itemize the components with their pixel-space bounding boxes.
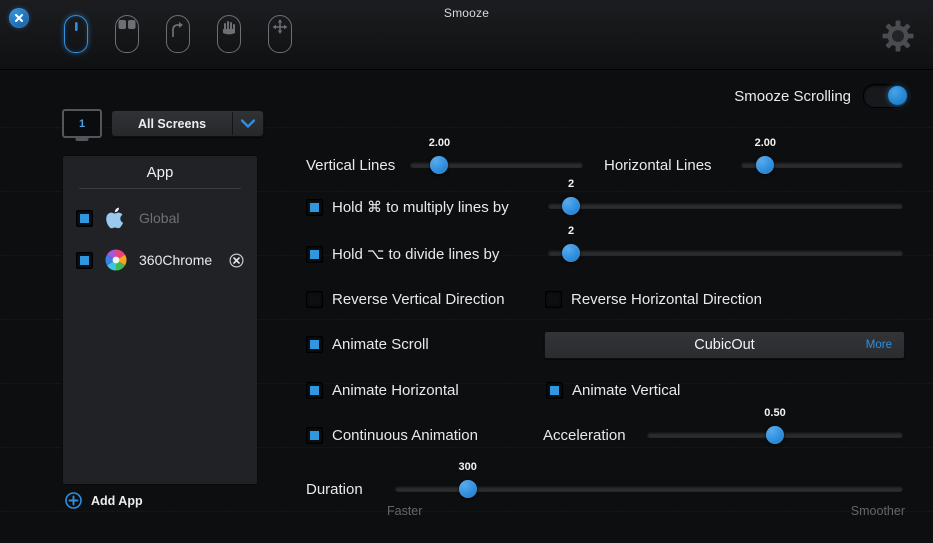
- duration-value: 300: [458, 461, 477, 473]
- tab-gestures[interactable]: [162, 14, 194, 58]
- tab-buttons[interactable]: [111, 14, 143, 58]
- mouse-buttons-glyph: [118, 20, 136, 29]
- animate-horizontal-label: Animate Horizontal: [332, 382, 459, 399]
- easing-value: CubicOut: [694, 337, 755, 353]
- multiply-lines-slider[interactable]: 2: [548, 178, 903, 215]
- screen-selector-row: 1 All Screens: [62, 109, 264, 138]
- apple-logo-icon: [106, 207, 124, 229]
- easing-dropdown[interactable]: CubicOut More: [544, 331, 905, 359]
- animate-scroll-label: Animate Scroll: [332, 336, 429, 353]
- divide-lines-value: 2: [568, 225, 575, 237]
- screens-dropdown-value: All Screens: [137, 116, 207, 131]
- slider-thumb[interactable]: [756, 156, 775, 174]
- animate-vertical-row[interactable]: Animate Vertical: [546, 382, 680, 399]
- list-item[interactable]: 360Chrome: [63, 239, 257, 281]
- app-enable-checkbox[interactable]: [76, 251, 93, 269]
- toggle-knob: [888, 86, 907, 105]
- vertical-lines-value: 2.00: [428, 137, 451, 149]
- duration-slider[interactable]: 300: [395, 461, 903, 498]
- title-bar: Smooze: [0, 0, 933, 70]
- animate-scroll-row[interactable]: Animate Scroll: [306, 336, 429, 353]
- divide-lines-row[interactable]: Hold ⌥ to divide lines by: [306, 245, 499, 263]
- remove-circle-icon[interactable]: [229, 252, 244, 268]
- reverse-horizontal-row[interactable]: Reverse Horizontal Direction: [545, 291, 762, 308]
- divide-lines-checkbox[interactable]: [306, 245, 323, 263]
- animate-horizontal-row[interactable]: Animate Horizontal: [306, 382, 459, 399]
- slider-thumb[interactable]: [562, 197, 581, 215]
- duration-label: Duration: [306, 481, 363, 498]
- reverse-vertical-row[interactable]: Reverse Vertical Direction: [306, 291, 505, 308]
- multiply-lines-checkbox[interactable]: [306, 198, 323, 216]
- continuous-animation-row[interactable]: Continuous Animation: [306, 427, 478, 444]
- app-enable-checkbox[interactable]: [76, 209, 93, 227]
- app-list-divider: [79, 188, 241, 189]
- duration-max-label: Smoother: [850, 504, 905, 518]
- animate-vertical-label: Animate Vertical: [572, 382, 681, 399]
- animate-vertical-checkbox[interactable]: [546, 382, 563, 399]
- smooze-window: Smooze Smooze Scrolling 1 All Screens Ap…: [0, 0, 933, 543]
- app-list-header: App: [146, 164, 174, 181]
- app-list-panel: App Global 360Chrome: [62, 155, 258, 485]
- screen-number-badge[interactable]: 1: [62, 109, 102, 138]
- reverse-vertical-checkbox[interactable]: [306, 291, 323, 308]
- animate-horizontal-checkbox[interactable]: [306, 382, 323, 399]
- slider-thumb[interactable]: [430, 156, 449, 174]
- slider-thumb[interactable]: [562, 244, 581, 262]
- smooze-scrolling-toggle-row: Smooze Scrolling: [734, 84, 909, 108]
- slider-thumb[interactable]: [458, 480, 477, 498]
- settings-button[interactable]: [881, 19, 915, 53]
- acceleration-label: Acceleration: [543, 427, 626, 444]
- easing-more-link[interactable]: More: [866, 339, 892, 351]
- tab-move[interactable]: [264, 14, 296, 58]
- multiply-lines-label: Hold ⌘ to multiply lines by: [332, 199, 509, 216]
- add-app-label: Add App: [91, 493, 143, 508]
- add-app-button[interactable]: Add App: [65, 492, 143, 509]
- reverse-horizontal-checkbox[interactable]: [545, 291, 562, 308]
- acceleration-slider[interactable]: 0.50: [647, 407, 903, 444]
- tab-bar: [60, 14, 296, 58]
- app-name: Global: [139, 210, 180, 226]
- reverse-vertical-label: Reverse Vertical Direction: [332, 291, 505, 308]
- smooze-scrolling-toggle[interactable]: [863, 84, 909, 108]
- screens-dropdown[interactable]: All Screens: [111, 110, 264, 137]
- reverse-horizontal-label: Reverse Horizontal Direction: [571, 291, 762, 308]
- divide-lines-slider[interactable]: 2: [548, 225, 903, 262]
- gear-icon: [882, 20, 914, 52]
- mouse-move-glyph: [272, 19, 288, 34]
- vertical-lines-slider[interactable]: 2.00: [410, 137, 583, 174]
- divide-lines-label: Hold ⌥ to divide lines by: [332, 246, 500, 263]
- mouse-hand-glyph: [223, 21, 235, 35]
- slider-thumb[interactable]: [766, 426, 784, 444]
- horizontal-lines-slider[interactable]: 2.00: [741, 137, 903, 174]
- multiply-lines-row[interactable]: Hold ⌘ to multiply lines by: [306, 198, 509, 216]
- chevron-down-icon: [233, 119, 263, 128]
- app-name: 360Chrome: [139, 252, 213, 268]
- horizontal-lines-label: Horizontal Lines: [604, 157, 712, 174]
- continuous-animation-label: Continuous Animation: [332, 427, 478, 444]
- animate-scroll-checkbox[interactable]: [306, 336, 323, 353]
- screen-number: 1: [78, 117, 86, 130]
- plus-circle-icon: [65, 492, 82, 509]
- acceleration-value: 0.50: [764, 407, 786, 419]
- chrome-pinwheel-icon: [105, 249, 127, 271]
- smooze-scrolling-label: Smooze Scrolling: [734, 87, 851, 105]
- horizontal-lines-value: 2.00: [754, 137, 777, 149]
- vertical-lines-label: Vertical Lines: [306, 157, 396, 174]
- multiply-lines-value: 2: [568, 178, 575, 190]
- tab-scrolling[interactable]: [60, 14, 92, 58]
- continuous-animation-checkbox[interactable]: [306, 427, 323, 444]
- mouse-arrow-glyph: [172, 22, 183, 37]
- mouse-scroll-glyph: [75, 22, 78, 31]
- list-item[interactable]: Global: [63, 197, 257, 239]
- duration-min-label: Faster: [387, 504, 423, 518]
- tab-hand[interactable]: [213, 14, 245, 58]
